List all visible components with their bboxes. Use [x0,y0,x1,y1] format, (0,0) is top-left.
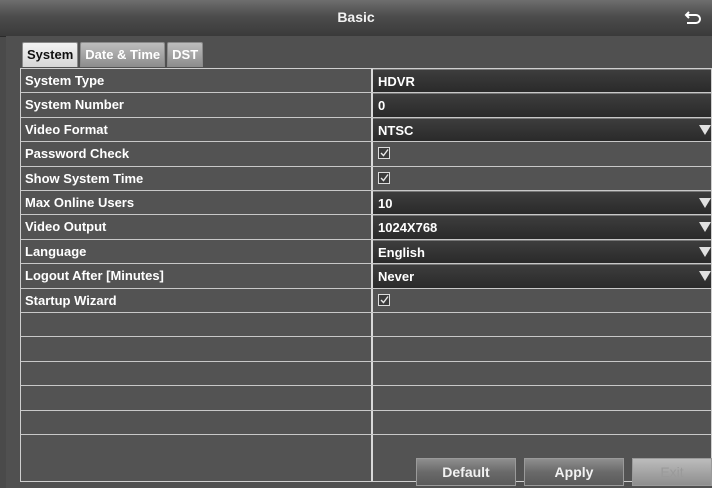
setting-row-system-type: System Type HDVR [21,69,711,94]
dropdown[interactable]: English [373,239,711,264]
footer-bar: Default Apply Exit [0,456,712,488]
checkbox[interactable] [378,293,390,306]
setting-row-language: Language English [21,239,711,265]
setting-label: Max Online Users [25,195,135,210]
setting-label: System Type [25,73,105,88]
setting-row-video-output: Video Output 1024X768 [21,215,711,240]
checkbox[interactable] [378,171,390,184]
text-input[interactable]: 0 [373,93,711,117]
setting-row-system-number: System Number 0 [21,93,711,118]
dropdown-arrow-icon[interactable] [699,222,711,233]
default-button[interactable]: Default [416,458,516,486]
settings-panel: System Date & Time DST System Type HDVR Sy… [6,36,712,488]
dropdown[interactable]: Never [373,264,711,288]
return-arrow-icon[interactable] [684,10,702,26]
setting-label: Language [25,243,87,259]
value-field: HDVR [373,69,711,93]
setting-label: Show System Time [25,170,144,186]
setting-value: English [378,244,425,260]
empty-row [21,386,711,411]
tab-date-time[interactable]: Date & Time [80,42,166,67]
setting-label: Logout After [Minutes] [25,268,164,284]
tab-dst[interactable]: DST [167,42,204,67]
setting-row-password-check: Password Check [21,142,711,167]
setting-label: Video Format [25,121,108,137]
setting-label: Video Output [25,219,107,235]
apply-button[interactable]: Apply [524,458,624,486]
empty-row [21,313,711,338]
checkmark-icon [380,149,389,157]
dropdown-arrow-icon[interactable] [699,246,711,257]
setting-value: NTSC [378,122,414,138]
checkmark-icon [380,295,389,304]
dropdown[interactable]: 1024X768 [373,215,711,239]
empty-row [21,337,711,362]
checkmark-icon [380,173,389,182]
setting-value: Never [378,269,415,285]
setting-label: Password Check [25,146,130,162]
setting-value: HDVR [378,74,415,89]
setting-value: 0 [378,98,386,114]
settings-table: System Type HDVR System Number 0 Video Forma… [20,68,712,482]
window-title: Basic [337,9,375,25]
exit-button[interactable]: Exit [632,458,712,486]
dropdown[interactable]: 10 [373,191,711,215]
setting-row-logout-after-minutes: Logout After [Minutes] Never [21,264,711,289]
setting-label: System Number [25,97,124,113]
checkbox-cell [373,142,711,165]
setting-row-show-system-time: Show System Time [21,167,711,191]
title-bar: Basic [0,0,712,37]
checkbox-cell [373,167,711,190]
setting-row-video-format: Video Format NTSC [21,117,711,143]
setting-row-startup-wizard: Startup Wizard [21,289,711,313]
empty-row [21,362,711,387]
dropdown-arrow-icon[interactable] [699,124,711,135]
tab-system[interactable]: System [22,42,79,67]
setting-label: Startup Wizard [25,292,117,308]
checkbox-cell [373,289,711,312]
setting-row-max-online-users: Max Online Users 10 [21,191,711,216]
dropdown-arrow-icon[interactable] [699,198,711,208]
dropdown[interactable]: NTSC [373,117,711,142]
setting-value: 10 [378,196,393,211]
setting-value: 1024X768 [378,220,438,236]
empty-row [21,411,711,435]
checkbox[interactable] [378,147,390,160]
dropdown-arrow-icon[interactable] [699,271,711,282]
tab-bar: System Date & Time DST [22,42,205,68]
